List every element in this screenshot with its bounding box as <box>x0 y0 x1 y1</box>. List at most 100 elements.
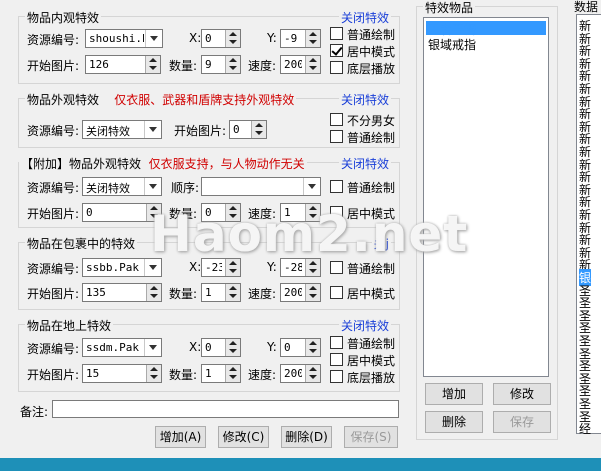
outer-effect-close-link[interactable]: 关闭特效 <box>338 91 391 108</box>
ground-start-stepper[interactable]: 15 <box>82 364 162 383</box>
add-button[interactable]: 增加(A) <box>155 426 206 448</box>
inner-effect-title: 物品内观特效 <box>25 9 102 26</box>
extra-count-stepper[interactable]: 0 <box>201 203 241 222</box>
spin-arrows-icon[interactable] <box>146 204 161 221</box>
inner-count-stepper[interactable]: 9 <box>201 55 241 74</box>
extra-order-label: 顺序: <box>171 181 200 195</box>
items-edit-button[interactable]: 修改 <box>493 383 551 405</box>
spin-arrows-icon[interactable] <box>225 284 240 301</box>
extra-center-mode-checkbox[interactable] <box>330 206 343 219</box>
extra-order-select[interactable] <box>201 177 321 196</box>
inner-bottom-play-label: 底层播放 <box>347 62 396 76</box>
ground-start-label: 开始图片: <box>27 368 80 382</box>
items-add-button[interactable]: 增加 <box>425 383 483 405</box>
bag-y-stepper[interactable]: -28 <box>280 258 321 277</box>
edit-button[interactable]: 修改(C) <box>218 426 269 448</box>
remark-input[interactable] <box>52 400 399 418</box>
spin-arrows-icon[interactable] <box>145 56 160 73</box>
spin-arrows-icon[interactable] <box>146 284 161 301</box>
outer-start-label: 开始图片: <box>174 124 227 138</box>
outer-effect-group: 物品外观特效 仅衣服、武器和盾牌支持外观特效 关闭特效 资源编号: 关闭特效 开… <box>18 91 400 148</box>
data-list-item[interactable]: 经 <box>579 420 591 437</box>
extra-start-stepper[interactable]: 0 <box>82 203 162 222</box>
extra-normal-draw-checkbox[interactable] <box>330 180 343 193</box>
spin-arrows-icon[interactable] <box>225 365 240 382</box>
bag-speed-stepper[interactable]: 200 <box>280 283 321 302</box>
bag-res-select[interactable]: ssbb.Pak <box>82 258 162 277</box>
spin-arrows-icon[interactable] <box>225 204 240 221</box>
spin-arrows-icon[interactable] <box>305 259 320 276</box>
ground-bottom-play-checkbox[interactable] <box>330 370 343 383</box>
bag-start-stepper[interactable]: 135 <box>82 283 162 302</box>
extra-center-mode-label: 居中模式 <box>347 207 396 221</box>
ground-normal-draw-checkbox[interactable] <box>330 336 343 349</box>
bag-count-label: 数量: <box>169 287 198 301</box>
ground-center-mode-checkbox[interactable] <box>330 353 343 366</box>
spin-arrows-icon[interactable] <box>305 365 320 382</box>
outer-effect-note: 仅衣服、武器和盾牌支持外观特效 <box>114 93 295 107</box>
bag-normal-draw-label: 普通绘制 <box>347 262 396 276</box>
items-save-button[interactable]: 保存 <box>493 411 551 433</box>
extra-speed-stepper[interactable]: 1 <box>280 203 321 222</box>
spin-arrows-icon[interactable] <box>251 121 266 138</box>
bag-effect-title: 物品在包裹中的特效 <box>25 235 138 252</box>
effect-items-list[interactable]: 王者手镯 银域戒指 <box>423 17 549 377</box>
spin-arrows-icon[interactable] <box>305 56 320 73</box>
ground-count-stepper[interactable]: 1 <box>201 364 241 383</box>
extra-res-select[interactable]: 关闭特效 <box>82 177 162 196</box>
outer-normal-draw-checkbox[interactable] <box>330 130 343 143</box>
outer-res-select[interactable]: 关闭特效 <box>82 120 162 139</box>
chevron-down-icon <box>144 121 161 138</box>
chevron-down-icon <box>144 259 161 276</box>
inner-start-stepper[interactable]: 126 <box>85 55 161 74</box>
inner-normal-draw-label: 普通绘制 <box>347 28 396 42</box>
bag-count-stepper[interactable]: 1 <box>201 283 241 302</box>
bag-center-mode-checkbox[interactable] <box>330 286 343 299</box>
ground-res-select[interactable]: ssdm.Pak <box>82 338 162 357</box>
inner-res-select[interactable]: shoushi.P: <box>85 29 163 48</box>
data-list[interactable]: 新新新新新新新新新新新新新新新新新新新新银圣圣圣圣圣圣圣圣圣圣圣经 <box>576 14 601 437</box>
ground-y-stepper[interactable]: 0 <box>280 338 321 357</box>
outer-normal-draw-label: 普通绘制 <box>347 131 396 145</box>
list-item-selected[interactable]: 王者手镯 <box>426 21 546 37</box>
ground-x-stepper[interactable]: 0 <box>201 338 241 357</box>
extra-start-label: 开始图片: <box>27 207 80 221</box>
bag-normal-draw-checkbox[interactable] <box>330 261 343 274</box>
inner-x-stepper[interactable]: 0 <box>201 29 241 48</box>
delete-button[interactable]: 删除(D) <box>281 426 332 448</box>
bag-x-stepper[interactable]: -23 <box>201 258 241 277</box>
inner-center-mode-checkbox[interactable] <box>330 44 343 57</box>
save-button[interactable]: 保存(S) <box>344 426 398 448</box>
spin-arrows-icon[interactable] <box>305 284 320 301</box>
spin-arrows-icon[interactable] <box>225 30 240 47</box>
inner-bottom-play-checkbox[interactable] <box>330 61 343 74</box>
ground-normal-draw-label: 普通绘制 <box>347 337 396 351</box>
inner-effect-close-link[interactable]: 关闭特效 <box>338 9 391 26</box>
outer-unisex-checkbox[interactable] <box>330 113 343 126</box>
status-strip <box>0 458 601 471</box>
outer-effect-title: 物品外观特效 仅衣服、武器和盾牌支持外观特效 <box>25 91 297 108</box>
inner-y-stepper[interactable]: -9 <box>280 29 321 48</box>
inner-normal-draw-checkbox[interactable] <box>330 27 343 40</box>
ground-speed-stepper[interactable]: 200 <box>280 364 321 383</box>
extra-effect-close-link[interactable]: 关闭特效 <box>338 155 391 172</box>
inner-speed-stepper[interactable]: 200 <box>280 55 321 74</box>
spin-arrows-icon[interactable] <box>305 339 320 356</box>
items-delete-button[interactable]: 删除 <box>425 411 483 433</box>
list-item[interactable]: 银域戒指 <box>426 36 478 52</box>
outer-res-label: 资源编号: <box>27 124 80 138</box>
chevron-down-icon <box>303 178 320 195</box>
spin-arrows-icon[interactable] <box>225 339 240 356</box>
spin-arrows-icon[interactable] <box>146 365 161 382</box>
spin-arrows-icon[interactable] <box>225 56 240 73</box>
spin-arrows-icon[interactable] <box>305 204 320 221</box>
bag-res-label: 资源编号: <box>27 262 80 276</box>
spin-arrows-icon[interactable] <box>305 30 320 47</box>
spin-arrows-icon[interactable] <box>225 259 240 276</box>
inner-x-label: X: <box>189 31 202 45</box>
bag-effect-group: 物品在包裹中的特效 关j 资源编号: ssbb.Pak X: -23 Y: -2… <box>18 235 400 310</box>
ground-effect-close-link[interactable]: 关闭特效 <box>338 317 391 334</box>
bag-effect-close-link[interactable]: 关j <box>371 235 391 252</box>
outer-start-stepper[interactable]: 0 <box>229 120 267 139</box>
ground-bottom-play-label: 底层播放 <box>347 371 396 385</box>
